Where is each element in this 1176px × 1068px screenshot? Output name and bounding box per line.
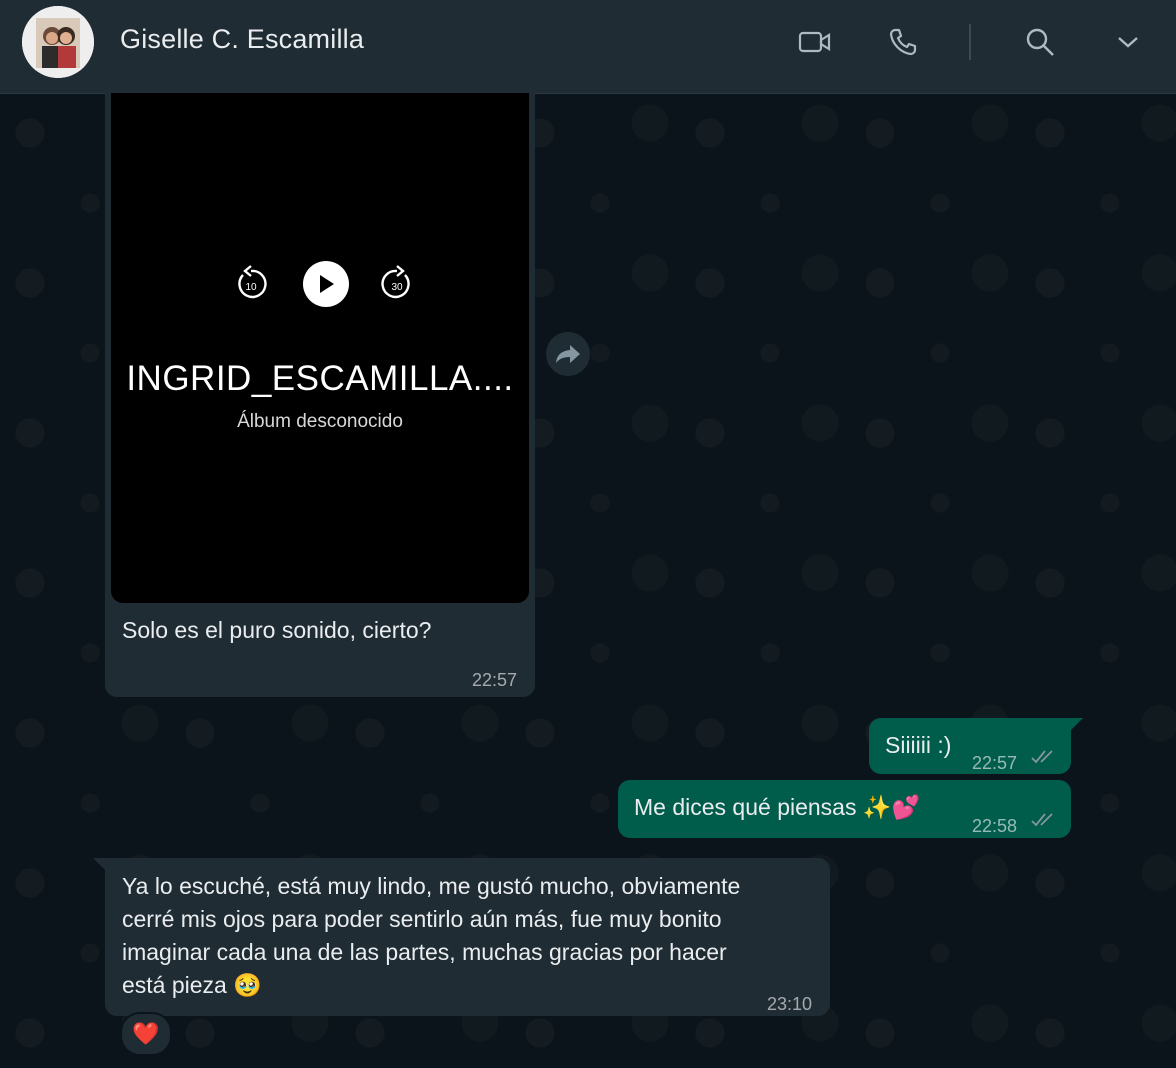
bubble-tail bbox=[1069, 718, 1083, 732]
contact-name[interactable]: Giselle C. Escamilla bbox=[120, 24, 364, 55]
message-reaction[interactable]: ❤️ bbox=[120, 1012, 172, 1056]
play-icon bbox=[320, 275, 334, 293]
message-line: imaginar cada una de las partes, muchas … bbox=[122, 939, 727, 965]
message-line: cerré mis ojos para poder sentirlo aún m… bbox=[122, 906, 722, 932]
heart-reaction-icon: ❤️ bbox=[132, 1021, 160, 1046]
forward-button[interactable] bbox=[546, 332, 590, 376]
media-subtitle: Álbum desconocido bbox=[237, 411, 403, 432]
audio-player[interactable]: 10 30 INGRID_ESCAMILLA.... Álbum descono… bbox=[111, 93, 529, 603]
incoming-message[interactable]: Ya lo escuché, está muy lindo, me gustó … bbox=[93, 858, 830, 1016]
message-time: 22:58 bbox=[972, 816, 1018, 836]
message-line: Ya lo escuché, está muy lindo, me gustó … bbox=[122, 873, 741, 899]
voice-call-icon[interactable] bbox=[885, 24, 921, 60]
message-text: Me dices qué piensas ✨💕 bbox=[634, 794, 921, 820]
message-time: 22:57 bbox=[972, 753, 1018, 773]
message-text: Siiiiii :) bbox=[885, 732, 952, 758]
chat-header: Giselle C. Escamilla bbox=[0, 0, 1176, 94]
outgoing-message[interactable]: Me dices qué piensas ✨💕 22:58 bbox=[618, 780, 1071, 838]
message-time: 22:57 bbox=[472, 670, 518, 690]
forward-icon bbox=[556, 345, 580, 363]
message-line: está pieza 🥹 bbox=[122, 972, 262, 998]
incoming-media-message[interactable]: 10 30 INGRID_ESCAMILLA.... Álbum descono… bbox=[105, 93, 535, 697]
outgoing-message[interactable]: Siiiiii :) 22:57 bbox=[869, 718, 1083, 774]
message-time: 23:10 bbox=[767, 994, 813, 1014]
skip-back-button[interactable]: 10 bbox=[233, 263, 269, 303]
video-call-icon[interactable] bbox=[797, 24, 833, 60]
header-divider bbox=[969, 24, 971, 60]
bubble-tail bbox=[93, 858, 107, 872]
message-text: Solo es el puro sonido, cierto? bbox=[122, 617, 432, 643]
skip-back-label: 10 bbox=[245, 282, 257, 293]
chevron-down-icon[interactable] bbox=[1110, 24, 1146, 60]
skip-forward-label: 30 bbox=[391, 282, 403, 293]
search-icon[interactable] bbox=[1022, 24, 1058, 60]
play-button[interactable] bbox=[303, 261, 349, 307]
media-title: INGRID_ESCAMILLA.... bbox=[126, 359, 514, 398]
read-receipt-icon bbox=[1031, 813, 1053, 827]
skip-forward-button[interactable]: 30 bbox=[379, 263, 415, 303]
contact-avatar[interactable] bbox=[22, 6, 94, 78]
read-receipt-icon bbox=[1031, 750, 1053, 764]
